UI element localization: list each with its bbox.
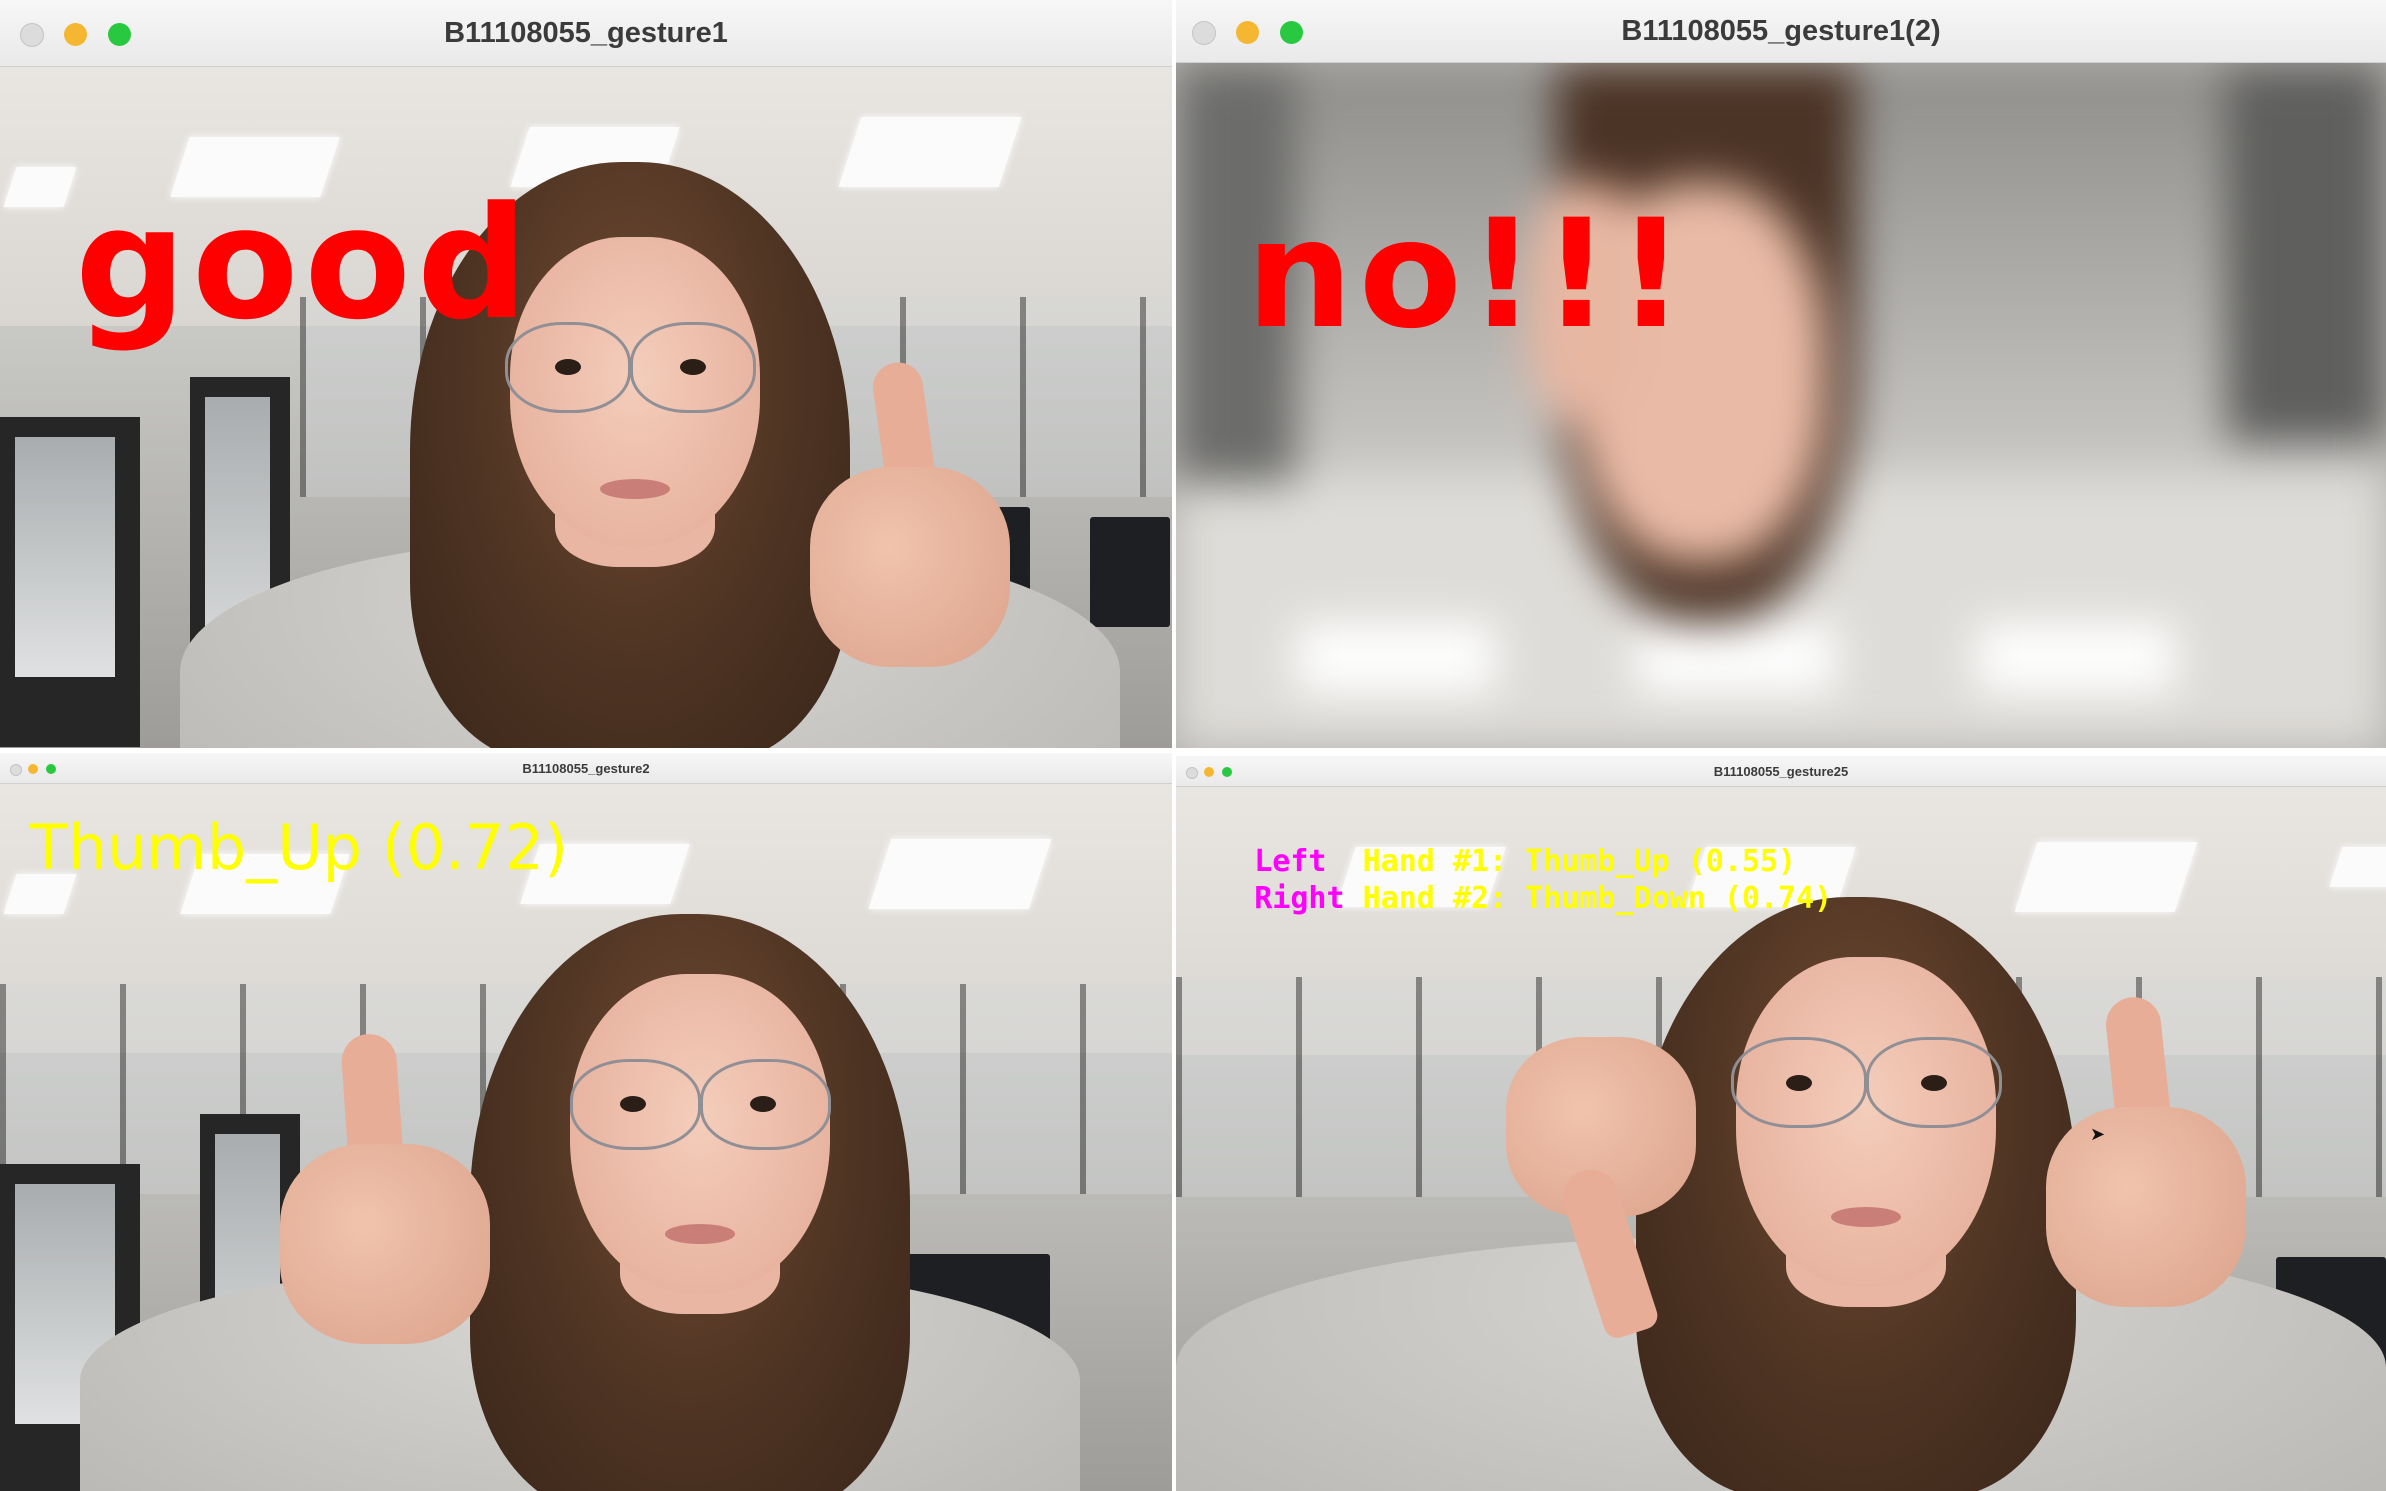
camera-feed xyxy=(0,67,1172,748)
window-title: B11108055_gesture2 xyxy=(522,760,650,776)
window-title: B11108055_gesture1 xyxy=(444,16,728,49)
window-title: B11108055_gesture1(2) xyxy=(1621,14,1941,47)
hand-2-label: Right Hand #2: Thumb_Down (0.74) xyxy=(1182,845,1832,953)
window-gesture1-2: B11108055_gesture1(2) no!!! xyxy=(1176,0,2386,748)
gesture-overlay-text: Thumb_Up (0.72) xyxy=(30,811,569,884)
window-title: B11108055_gesture25 xyxy=(1713,763,1849,779)
window-titlebar[interactable]: B11108055_gesture2 xyxy=(0,753,1172,784)
window-titlebar[interactable]: B11108055_gesture1(2) xyxy=(1176,0,2386,63)
gesture-overlay-text: no!!! xyxy=(1246,188,1692,362)
mouse-cursor-icon: ➤ xyxy=(2090,1124,2106,1144)
window-titlebar[interactable]: B11108055_gesture1 xyxy=(0,0,1172,67)
hand-2-result: Hand #2: Thumb_Down (0.74) xyxy=(1362,881,1833,916)
camera-feed-blurred xyxy=(1176,63,2386,748)
window-gesture1: B11108055_gesture1 good xyxy=(0,0,1172,748)
window-gesture25: B11108055_gesture25 Left Hand #1: Thumb_… xyxy=(1176,756,2386,1491)
camera-feed xyxy=(0,784,1172,1491)
hand-2-side: Right xyxy=(1254,881,1345,916)
window-gesture2: B11108055_gesture2 Thumb_Up (0.72) xyxy=(0,753,1172,1491)
gesture-overlay-text: good xyxy=(75,173,534,354)
window-titlebar[interactable]: B11108055_gesture25 xyxy=(1176,756,2386,787)
